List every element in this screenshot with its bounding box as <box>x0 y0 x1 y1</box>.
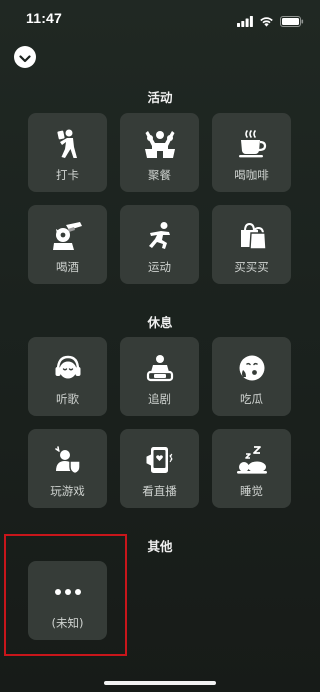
gossip-face-icon <box>235 351 269 385</box>
status-option-gossip[interactable]: 吃瓜 <box>212 337 291 416</box>
collapse-button[interactable] <box>14 46 36 68</box>
checkin-icon <box>51 127 85 161</box>
tv-icon <box>143 351 177 385</box>
battery-icon <box>280 12 304 31</box>
rest-grid: 听歌 追剧 吃瓜 玩游戏 看直播 睡觉 <box>28 337 291 508</box>
exercise-icon <box>143 219 177 253</box>
coffee-icon <box>235 127 269 161</box>
tile-label: 喝咖啡 <box>234 168 269 182</box>
livestream-icon <box>143 443 177 477</box>
status-option-livestream[interactable]: 看直播 <box>120 429 199 508</box>
dining-icon <box>143 127 177 161</box>
tile-label: 玩游戏 <box>50 484 85 498</box>
activities-grid: 打卡 聚餐 喝咖啡 喝酒 运动 买买买 <box>28 113 291 284</box>
headphones-icon <box>51 351 85 385</box>
tile-label: 喝酒 <box>56 260 79 274</box>
status-option-music[interactable]: 听歌 <box>28 337 107 416</box>
tile-label: 聚餐 <box>148 168 171 182</box>
status-time: 11:47 <box>26 10 63 26</box>
shopping-icon <box>235 219 269 253</box>
tile-label: 听歌 <box>56 392 79 406</box>
status-option-coffee[interactable]: 喝咖啡 <box>212 113 291 192</box>
tile-label: 买买买 <box>234 260 269 274</box>
tile-label: 运动 <box>148 260 171 274</box>
home-indicator[interactable] <box>104 681 216 685</box>
chevron-down-icon <box>19 48 31 67</box>
status-option-dining[interactable]: 聚餐 <box>120 113 199 192</box>
tile-label: 打卡 <box>56 168 79 182</box>
status-option-drink[interactable]: 喝酒 <box>28 205 107 284</box>
wifi-icon <box>259 12 274 31</box>
highlight-box <box>4 534 127 656</box>
sleep-icon <box>235 443 269 477</box>
status-option-checkin[interactable]: 打卡 <box>28 113 107 192</box>
status-option-exercise[interactable]: 运动 <box>120 205 199 284</box>
tile-label: 吃瓜 <box>240 392 263 406</box>
status-option-gaming[interactable]: 玩游戏 <box>28 429 107 508</box>
gaming-icon <box>51 443 85 477</box>
tile-label: 看直播 <box>142 484 177 498</box>
status-option-tv[interactable]: 追剧 <box>120 337 199 416</box>
drink-icon <box>51 219 85 253</box>
tile-label: 追剧 <box>148 392 171 406</box>
status-option-sleep[interactable]: 睡觉 <box>212 429 291 508</box>
section-title-rest: 休息 <box>147 315 173 330</box>
signal-icon <box>237 12 253 31</box>
section-title-activities: 活动 <box>147 90 173 105</box>
status-option-shopping[interactable]: 买买买 <box>212 205 291 284</box>
status-bar: 11:47 <box>0 0 320 40</box>
status-icons <box>237 12 304 31</box>
tile-label: 睡觉 <box>240 484 263 498</box>
